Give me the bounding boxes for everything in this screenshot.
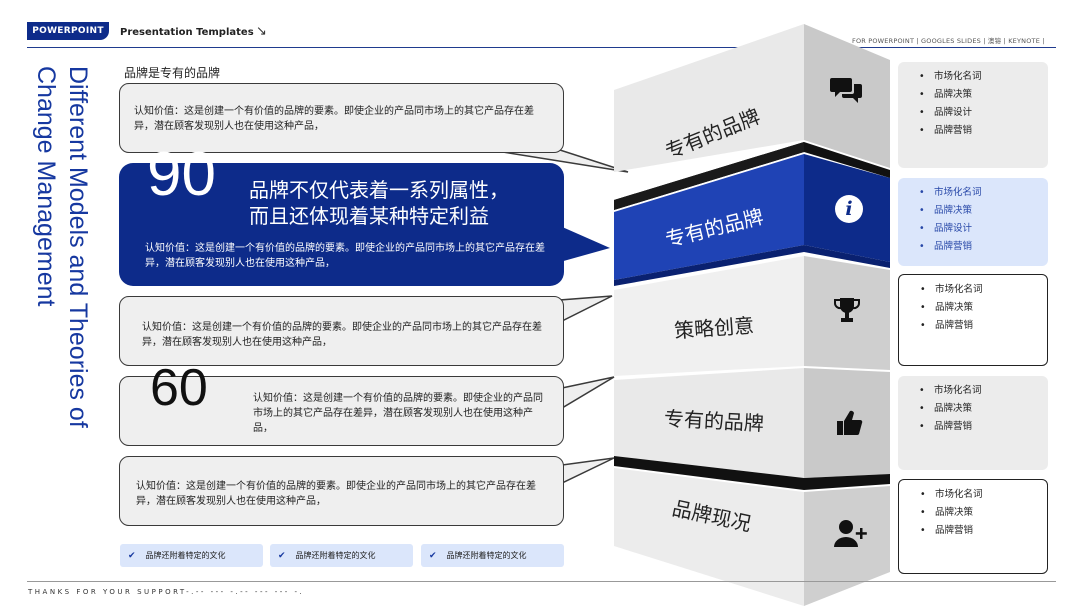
chip-label: 品牌还附着特定的文化 xyxy=(446,551,527,560)
culture-chip-2: ✔ 品牌还附着特定的文化 xyxy=(270,544,413,567)
check-icon: ✔ xyxy=(128,551,136,561)
footer-divider xyxy=(27,581,1056,582)
list-item: 品牌决策 xyxy=(919,400,1048,418)
callout-tail-3 xyxy=(559,295,613,324)
check-icon: ✔ xyxy=(429,551,437,561)
add-user-icon xyxy=(834,520,867,547)
chip-label: 品牌还附着特定的文化 xyxy=(295,551,376,560)
callout-tail-2 xyxy=(560,226,610,262)
info-icon: i xyxy=(835,195,863,223)
feature-list-3: 市场化名词 品牌决策 品牌营销 xyxy=(898,274,1048,366)
callout-box-3: 认知价值：这是创建一个有价值的品牌的要素。即使企业的产品同市场上的其它产品存在差… xyxy=(119,296,564,366)
chip-label: 品牌还附着特定的文化 xyxy=(145,551,226,560)
list-item: 品牌决策 xyxy=(920,504,1047,522)
list-item: 市场化名词 xyxy=(919,184,1048,202)
list-item: 品牌营销 xyxy=(920,317,1047,335)
stat-number: 60 xyxy=(150,359,208,417)
callout-text: 认知价值：这是创建一个有价值的品牌的要素。即使企业的产品同市场上的其它产品存在差… xyxy=(134,106,534,132)
callout-text: 认知价值：这是创建一个有价值的品牌的要素。即使企业的产品同市场上的其它产品存在差… xyxy=(136,481,536,507)
callout-tail-4 xyxy=(561,376,615,410)
tower-face-1 xyxy=(614,24,804,172)
highlight-headline-1: 品牌不仅代表着一系列属性， xyxy=(249,178,509,202)
callout-box-5: 认知价值：这是创建一个有价值的品牌的要素。即使企业的产品同市场上的其它产品存在差… xyxy=(119,456,564,526)
chat-icon xyxy=(830,78,862,103)
list-item: 市场化名词 xyxy=(920,281,1047,299)
callout-tail-5 xyxy=(561,457,615,485)
list-item: 品牌设计 xyxy=(919,104,1048,122)
feature-list-1: 市场化名词 品牌决策 品牌设计 品牌营销 xyxy=(898,62,1048,168)
culture-chip-3: ✔ 品牌还附着特定的文化 xyxy=(421,544,564,567)
feature-list-5: 市场化名词 品牌决策 品牌营销 xyxy=(898,479,1048,574)
list-item: 品牌设计 xyxy=(919,220,1048,238)
tower-label-3: 策略创意 xyxy=(673,313,755,343)
culture-chip-1: ✔ 品牌还附着特定的文化 xyxy=(120,544,263,567)
list-item: 品牌营销 xyxy=(919,418,1048,436)
list-item: 品牌营销 xyxy=(919,122,1048,140)
list-item: 品牌决策 xyxy=(920,299,1047,317)
list-item: 市场化名词 xyxy=(920,486,1047,504)
callout-box-highlight: 90 品牌不仅代表着一系列属性， 而且还体现着某种特定利益 认知价值：这是创建一… xyxy=(119,140,564,286)
footer-text: THANKS FOR YOUR SUPPORT-.-- --- -.-- ---… xyxy=(28,588,305,596)
list-item: 品牌决策 xyxy=(919,86,1048,104)
thumbs-up-icon xyxy=(837,410,863,436)
trophy-icon xyxy=(834,298,860,322)
feature-list-4: 市场化名词 品牌决策 品牌营销 xyxy=(898,376,1048,470)
list-item: 市场化名词 xyxy=(919,68,1048,86)
tower-face-5 xyxy=(614,468,804,606)
highlight-number: 90 xyxy=(147,140,216,209)
callout-text: 认知价值：这是创建一个有价值的品牌的要素。即使企业的产品同市场上的其它产品存在差… xyxy=(253,393,543,434)
list-item: 品牌营销 xyxy=(919,238,1048,256)
highlight-text: 认知价值：这是创建一个有价值的品牌的要素。即使企业的产品同市场上的其它产品存在差… xyxy=(145,243,545,269)
callout-box-4: 60 认知价值：这是创建一个有价值的品牌的要素。即使企业的产品同市场上的其它产品… xyxy=(119,359,564,446)
list-item: 品牌决策 xyxy=(919,202,1048,220)
list-item: 品牌营销 xyxy=(920,522,1047,540)
list-item: 市场化名词 xyxy=(919,382,1048,400)
tower-label-4: 专有的品牌 xyxy=(663,406,765,436)
callout-text: 认知价值：这是创建一个有价值的品牌的要素。即使企业的产品同市场上的其它产品存在差… xyxy=(142,322,542,348)
feature-list-2: 市场化名词 品牌决策 品牌设计 品牌营销 xyxy=(898,178,1048,266)
highlight-headline-2: 而且还体现着某种特定利益 xyxy=(249,204,489,228)
check-icon: ✔ xyxy=(278,551,286,561)
